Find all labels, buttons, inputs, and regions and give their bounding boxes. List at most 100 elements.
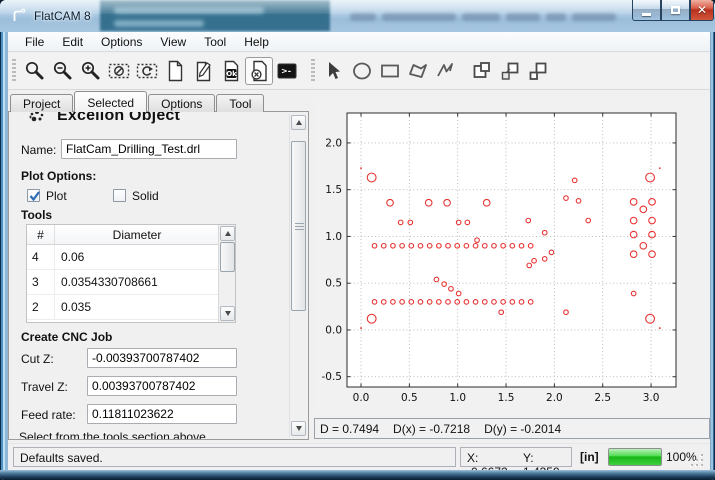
plot-canvas[interactable]: 0.00.51.01.52.02.53.0-0.50.00.51.01.52.0 (314, 97, 710, 414)
minimize-button[interactable] (632, 0, 661, 21)
pointer-tool-button[interactable] (320, 57, 348, 85)
maximize-button[interactable] (661, 0, 690, 21)
measure-d: D = 0.7494 (320, 422, 379, 438)
toolbar: Ok >- (8, 53, 710, 90)
tools-table: # Diameter 4 0.06 3 0.0354330708661 2 0.… (26, 224, 236, 323)
replot-icon (135, 59, 159, 83)
menu-bar: File Edit Options View Tool Help (8, 32, 710, 52)
scrollbar-thumb[interactable] (220, 242, 235, 272)
travel-z-label: Travel Z: (21, 380, 68, 394)
toolbar-grip[interactable] (12, 59, 16, 83)
travel-z-input[interactable] (87, 376, 237, 396)
table-row[interactable]: 3 0.0354330708661 (27, 270, 235, 295)
menu-help[interactable]: Help (235, 33, 278, 51)
zoom-fit-icon (23, 59, 47, 83)
solid-checkbox[interactable] (113, 189, 126, 202)
circle-tool-icon (350, 59, 374, 83)
measurement-box: D = 0.7494 D(x) = -0.7218 D(y) = -0.2014 (314, 418, 710, 439)
resize-grip[interactable] (691, 454, 703, 466)
plot-checkbox-label: Plot (46, 189, 67, 203)
menu-edit[interactable]: Edit (53, 33, 92, 51)
zoom-out-icon (51, 59, 75, 83)
cut-z-input[interactable] (87, 348, 237, 368)
window-title: FlatCAM 8 (10, 7, 91, 24)
feed-rate-input[interactable] (87, 404, 237, 424)
menu-file[interactable]: File (16, 33, 53, 51)
close-button[interactable]: ✕ (690, 0, 714, 21)
tools-table-header[interactable]: # Diameter (27, 225, 235, 245)
tool-diameter: 0.0354330708661 (55, 270, 219, 294)
plot-checkbox[interactable] (27, 189, 40, 202)
edit-file-icon (191, 59, 215, 83)
window-border-bottom (0, 470, 715, 480)
tools-hint: Select from the tools section above (19, 430, 206, 440)
name-label: Name: (21, 143, 56, 157)
svg-text:0.0: 0.0 (353, 392, 370, 404)
svg-text:3.0: 3.0 (643, 392, 660, 404)
copy-geometry-button[interactable] (496, 57, 524, 85)
menu-tool[interactable]: Tool (195, 33, 235, 51)
zoom-in-button[interactable] (77, 57, 105, 85)
toolbar-grip[interactable] (311, 59, 315, 83)
clear-plot-icon (107, 59, 131, 83)
zoom-out-button[interactable] (49, 57, 77, 85)
tool-number: 3 (27, 270, 55, 294)
file-ok-icon: Ok (219, 59, 243, 83)
measure-dy: D(y) = -0.2014 (484, 422, 561, 438)
tab-options[interactable]: Options (148, 94, 215, 112)
table-scrollbar[interactable] (218, 225, 235, 322)
column-header-diameter[interactable]: Diameter (55, 225, 219, 244)
scrollbar-thumb[interactable] (291, 141, 306, 311)
menu-view[interactable]: View (151, 33, 195, 51)
copy-objects-button[interactable] (468, 57, 496, 85)
coordinates-field: X: -0.6672 Y: 1.4359 (460, 447, 572, 467)
svg-text:0.0: 0.0 (325, 324, 342, 336)
command-line-button[interactable]: >- (273, 57, 301, 85)
flatcam-logo-icon (10, 7, 27, 24)
draw-polyline-button[interactable] (432, 57, 460, 85)
scroll-down-arrow[interactable] (291, 421, 306, 436)
zoom-fit-button[interactable] (21, 57, 49, 85)
tool-diameter: 0.035 (55, 295, 219, 319)
scroll-down-arrow[interactable] (220, 306, 235, 321)
plot-figure[interactable]: 0.00.51.01.52.02.53.0-0.50.00.51.01.52.0 (314, 97, 710, 414)
svg-text:2.0: 2.0 (325, 137, 342, 149)
panel-scrollbar[interactable] (289, 114, 306, 437)
table-row[interactable]: 2 0.035 (27, 295, 235, 320)
svg-text:1.5: 1.5 (325, 184, 342, 196)
paste-geometry-button[interactable] (524, 57, 552, 85)
svg-text:1.5: 1.5 (498, 392, 515, 404)
svg-text:2.0: 2.0 (546, 392, 563, 404)
tab-selected[interactable]: Selected (74, 91, 147, 112)
polygon-tool-icon (406, 59, 430, 83)
scroll-up-arrow[interactable] (220, 226, 235, 241)
svg-text:Ok: Ok (226, 70, 237, 78)
tool-number: 4 (27, 245, 55, 269)
svg-text:1.0: 1.0 (325, 231, 342, 243)
column-header-number[interactable]: # (27, 225, 55, 244)
draw-rectangle-button[interactable] (376, 57, 404, 85)
draw-circle-button[interactable] (348, 57, 376, 85)
tab-tool[interactable]: Tool (216, 94, 264, 112)
draw-polygon-button[interactable] (404, 57, 432, 85)
object-name-input[interactable] (61, 139, 237, 159)
tab-project[interactable]: Project (10, 94, 73, 112)
svg-text:1.0: 1.0 (449, 392, 466, 404)
object-title: Excellon Object (57, 112, 180, 125)
status-bar: Defaults saved. X: -0.6672 Y: 1.4359 [in… (8, 443, 710, 470)
maximize-icon (671, 6, 680, 14)
checkmark-icon (28, 189, 42, 203)
table-row[interactable]: 4 0.06 (27, 245, 235, 270)
cnc-job-title: Create CNC Job (21, 330, 112, 344)
terminal-icon: >- (275, 59, 299, 83)
accept-object-button[interactable]: Ok (217, 57, 245, 85)
tools-label: Tools (21, 208, 52, 222)
replot-button[interactable] (133, 57, 161, 85)
new-project-button[interactable] (161, 57, 189, 85)
delete-object-button[interactable] (245, 57, 273, 85)
open-project-button[interactable] (189, 57, 217, 85)
scroll-up-arrow[interactable] (291, 115, 306, 130)
clear-plot-button[interactable] (105, 57, 133, 85)
new-file-icon (163, 59, 187, 83)
menu-options[interactable]: Options (92, 33, 151, 51)
